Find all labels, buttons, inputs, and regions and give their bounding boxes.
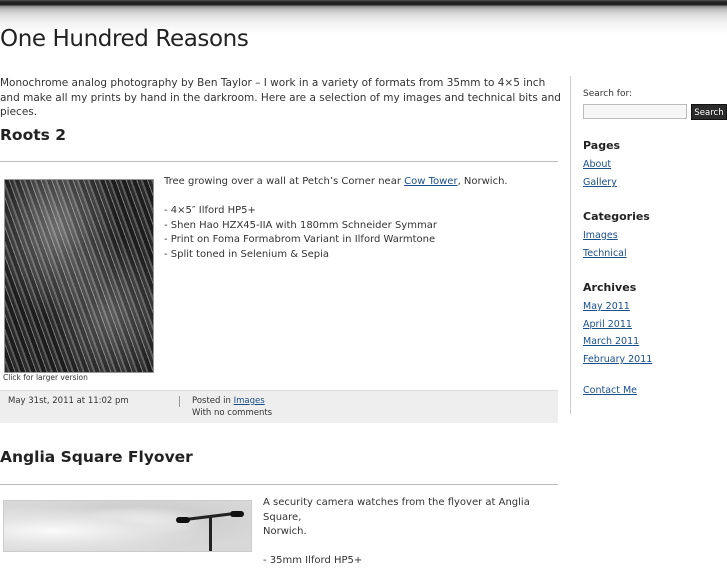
- archives-heading: Archives: [583, 281, 637, 294]
- sidebar-link-images[interactable]: Images: [583, 230, 618, 241]
- image-caption: Click for larger version: [3, 373, 88, 382]
- sidebar-link-gallery[interactable]: Gallery: [583, 177, 617, 188]
- archive-link-april-2011[interactable]: April 2011: [583, 319, 632, 330]
- archive-link-may-2011[interactable]: May 2011: [583, 301, 630, 312]
- post-image-roots-2[interactable]: [4, 179, 154, 373]
- meta-separator: [179, 396, 180, 407]
- post-image-anglia-square[interactable]: [3, 500, 252, 552]
- post-intro-text: Tree growing over a wall at Petch’s Corn…: [164, 176, 405, 187]
- post-divider: [0, 161, 558, 162]
- post-category-info: Posted in Images With no comments: [192, 396, 272, 419]
- post-detail-line: - Split toned in Selenium & Sepia: [164, 248, 330, 260]
- post-detail-line: - 4×5″ Ilford HP5+: [164, 205, 256, 216]
- contact-link[interactable]: Contact Me: [583, 385, 637, 396]
- post-intro-line: Norwich.: [263, 526, 307, 537]
- category-link-images[interactable]: Images: [234, 396, 265, 406]
- post-detail-line: - Print on Foma Formabrom Variant in Ilf…: [164, 234, 436, 245]
- post-intro: Tree growing over a wall at Petch’s Corn…: [164, 175, 554, 190]
- post-intro-text-end: , Norwich.: [457, 176, 508, 187]
- search-button[interactable]: Search: [691, 104, 727, 120]
- search-input[interactable]: [583, 104, 687, 119]
- comments-count[interactable]: With no comments: [192, 408, 272, 418]
- post-intro-line: A security camera watches from the flyov…: [263, 497, 530, 523]
- archive-link-march-2011[interactable]: March 2011: [583, 336, 639, 347]
- post-divider: [0, 484, 558, 485]
- search-label: Search for:: [583, 89, 633, 99]
- post-detail-line: - Shen Hao HZX45-IIA with 180mm Schneide…: [164, 219, 437, 231]
- categories-heading: Categories: [583, 210, 650, 223]
- post-title-roots-2[interactable]: Roots 2: [0, 126, 66, 144]
- sidebar-link-technical[interactable]: Technical: [583, 248, 627, 259]
- cow-tower-link[interactable]: Cow Tower: [404, 176, 457, 187]
- sidebar-link-about[interactable]: About: [583, 159, 611, 170]
- post-body-roots-2: Tree growing over a wall at Petch’s Corn…: [164, 175, 554, 262]
- pages-heading: Pages: [583, 139, 621, 152]
- archive-link-february-2011[interactable]: February 2011: [583, 354, 652, 365]
- lamp-head-graphic: [230, 511, 244, 517]
- lamp-post-graphic: [209, 517, 212, 551]
- posted-in-label: Posted in: [192, 396, 231, 406]
- site-title[interactable]: One Hundred Reasons: [0, 26, 249, 52]
- post-body-anglia-square: A security camera watches from the flyov…: [263, 496, 563, 569]
- sidebar-divider: [570, 76, 571, 414]
- post-title-anglia-square-flyover[interactable]: Anglia Square Flyover: [0, 448, 193, 466]
- site-tagline: Monochrome analog photography by Ben Tay…: [0, 77, 561, 118]
- post-date: May 31st, 2011 at 11:02 pm: [8, 396, 129, 406]
- lamp-head-graphic: [176, 517, 190, 523]
- post-detail-line: - 35mm Ilford HP5+: [263, 555, 363, 566]
- post-meta-bar: May 31st, 2011 at 11:02 pm Posted in Ima…: [0, 390, 558, 423]
